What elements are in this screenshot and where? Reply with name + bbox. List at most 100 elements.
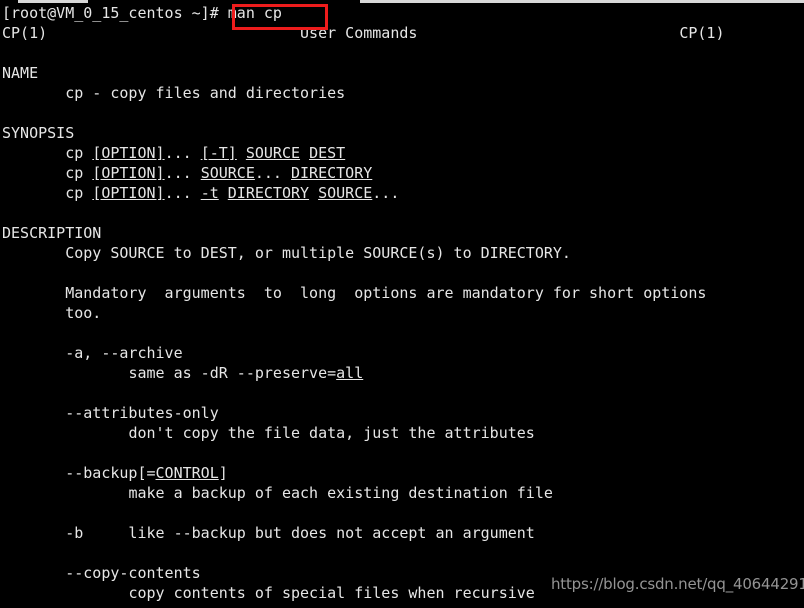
header-right: CP(1) [679, 24, 725, 42]
manpage-line: cp [OPTION]... [-T] SOURCE DEST [2, 143, 804, 163]
window-chrome-strip [0, 0, 804, 3]
shell-command: man cp [218, 4, 282, 22]
text-run: [-T] [200, 144, 237, 162]
text-run: ... [254, 164, 291, 182]
terminal-screen[interactable]: [root@VM_0_15_centos ~]# man cp CP(1) Use… [0, 0, 804, 608]
text-run: cp [65, 144, 93, 162]
section-heading-text: SYNOPSIS [2, 124, 75, 142]
section-heading: SYNOPSIS [2, 123, 804, 143]
text-run: -b like --backup but does not accept an … [65, 524, 535, 542]
header-left: CP(1) [2, 24, 48, 42]
manpage-line: Mandatory arguments to long options are … [2, 283, 804, 303]
section-heading-text: DESCRIPTION [2, 224, 102, 242]
text-run: Copy SOURCE to DEST, or multiple SOURCE(… [65, 244, 571, 262]
text-run: -a, --archive [65, 344, 183, 362]
header-gap [417, 24, 679, 42]
text-run: SOURCE [200, 164, 255, 182]
header-gap [47, 24, 300, 42]
manpage-line: make a backup of each existing destinati… [2, 483, 804, 503]
manpage-line: too. [2, 303, 804, 323]
manpage-line: same as -dR --preserve=all [2, 363, 804, 383]
text-run [309, 184, 318, 202]
manpage-header-line: CP(1) User Commands CP(1) [2, 23, 804, 43]
chrome-strip-right-segment [360, 0, 804, 3]
text-run: --backup[= [65, 464, 156, 482]
header-center: User Commands [300, 24, 418, 42]
manpage-line: --backup[=CONTROL] [2, 463, 804, 483]
text-run: --attributes-only [65, 404, 219, 422]
manpage-line: copy contents of special files when recu… [2, 583, 804, 603]
manpage-line: -a, --archive [2, 343, 804, 363]
text-run: [OPTION] [92, 164, 165, 182]
text-run: -t [200, 184, 219, 202]
text-run: [OPTION] [92, 144, 165, 162]
manpage-line: don't copy the file data, just the attri… [2, 423, 804, 443]
text-run [219, 184, 228, 202]
terminal-window[interactable]: [root@VM_0_15_centos ~]# man cp CP(1) Use… [0, 0, 804, 608]
text-run: DEST [309, 144, 346, 162]
text-run: SOURCE [245, 144, 301, 162]
text-run: --copy-contents [65, 564, 201, 582]
text-run: all [336, 364, 364, 382]
text-run: ... [164, 184, 201, 202]
manpage-line: cp - copy files and directories [2, 83, 804, 103]
text-run: cp [65, 164, 93, 182]
text-run: too. [65, 304, 102, 322]
manpage-line: --attributes-only [2, 403, 804, 423]
text-run: ] [218, 464, 228, 482]
text-run: cp - copy files and directories [65, 84, 346, 102]
manpage-line: --copy-contents [2, 563, 804, 583]
text-run: SOURCE [318, 184, 373, 202]
manpage-line: -b like --backup but does not accept an … [2, 523, 804, 543]
text-run: Mandatory arguments to long options are … [65, 284, 707, 302]
shell-prompt: [root@VM_0_15_centos ~]# [2, 4, 219, 22]
section-heading: NAME [2, 63, 804, 83]
text-run: cp [65, 184, 93, 202]
text-run [237, 144, 246, 162]
chrome-strip-left-segment [18, 0, 88, 3]
text-run: don't copy the file data, just the attri… [128, 424, 535, 442]
text-run: same as -dR --preserve= [128, 364, 337, 382]
text-run: CONTROL [155, 464, 219, 482]
manpage-line: cp [OPTION]... -t DIRECTORY SOURCE... [2, 183, 804, 203]
section-heading: DESCRIPTION [2, 223, 804, 243]
text-run: make a backup of each existing destinati… [128, 484, 553, 502]
text-run: ... [372, 184, 400, 202]
text-run: [OPTION] [92, 184, 165, 202]
prompt-line: [root@VM_0_15_centos ~]# man cp [2, 3, 804, 23]
text-run [300, 144, 309, 162]
section-heading-text: NAME [2, 64, 39, 82]
manpage-line: cp [OPTION]... SOURCE... DIRECTORY [2, 163, 804, 183]
manpage-line: Copy SOURCE to DEST, or multiple SOURCE(… [2, 243, 804, 263]
text-run: DIRECTORY [227, 184, 310, 202]
text-run: copy contents of special files when recu… [128, 584, 535, 602]
text-run: ... [164, 164, 201, 182]
text-run: ... [164, 144, 201, 162]
text-run: DIRECTORY [291, 164, 373, 182]
